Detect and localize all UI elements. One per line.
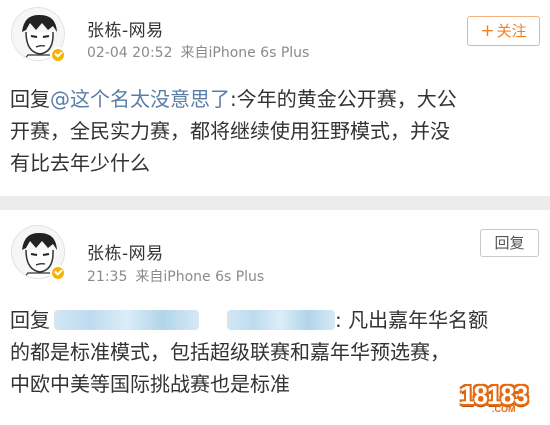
- post-source: 来自iPhone 6s Plus: [180, 45, 310, 61]
- comment-card-1: 张栋-网易 02-04 20:52 来自iPhone 6s Plus + 关注 回复…: [0, 0, 550, 196]
- site-watermark-logo: 18183 .COM: [460, 380, 528, 414]
- comment-line: 的都是标准模式，包括超级联赛和嘉年华预选赛，: [10, 340, 450, 364]
- reply-prefix: 回复: [10, 87, 50, 111]
- follow-button[interactable]: + 关注: [467, 16, 540, 46]
- mention-link[interactable]: @这个名太没意思了: [50, 87, 230, 111]
- verified-badge-icon: [50, 265, 66, 281]
- plus-icon: +: [480, 21, 495, 41]
- blurred-username: [227, 310, 335, 330]
- comment-line: 有比去年少什么: [10, 151, 150, 175]
- comment-body: 回复@这个名太没意思了:今年的黄金公开赛，大公 开赛，全民实力赛，都将继续使用狂…: [10, 83, 540, 179]
- author-name[interactable]: 张栋-网易: [87, 239, 164, 264]
- post-source: 来自iPhone 6s Plus: [135, 269, 265, 285]
- blurred-username: [54, 310, 199, 330]
- timestamp: 02-04 20:52: [87, 45, 173, 61]
- timestamp: 21:35: [87, 269, 128, 285]
- comment-line: 开赛，全民实力赛，都将继续使用狂野模式，并没: [10, 119, 450, 143]
- verified-badge-icon: [50, 47, 66, 63]
- post-meta: 21:35 来自iPhone 6s Plus: [87, 266, 264, 286]
- comment-text: : 凡出嘉年华名额: [335, 308, 489, 332]
- follow-label: 关注: [496, 22, 527, 40]
- author-name[interactable]: 张栋-网易: [87, 16, 164, 41]
- reply-prefix: 回复: [10, 308, 50, 332]
- reply-button[interactable]: 回复: [480, 229, 539, 257]
- comment-line: 回复 : 凡出嘉年华名额: [10, 304, 540, 336]
- comment-line: 回复@这个名太没意思了:今年的黄金公开赛，大公: [10, 83, 540, 115]
- comment-text: :今年的黄金公开赛，大公: [230, 87, 457, 111]
- post-meta: 02-04 20:52 来自iPhone 6s Plus: [87, 42, 309, 62]
